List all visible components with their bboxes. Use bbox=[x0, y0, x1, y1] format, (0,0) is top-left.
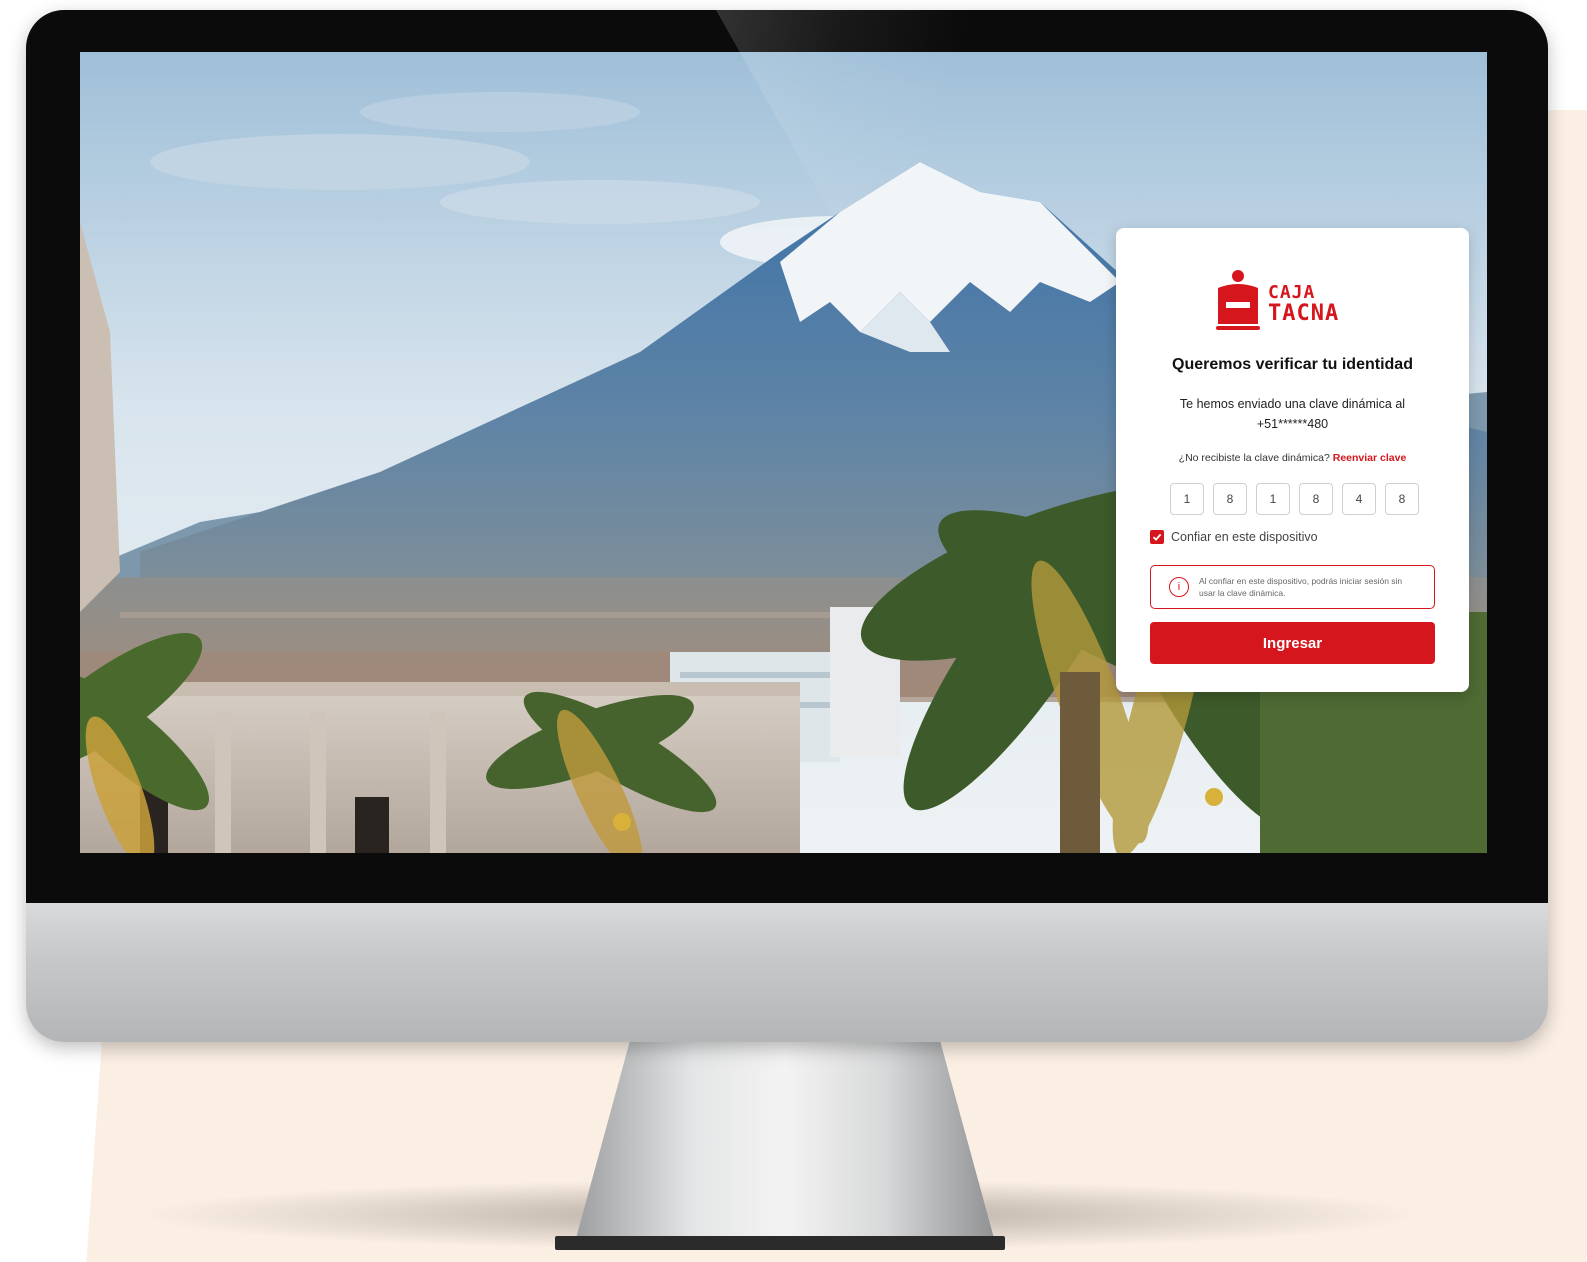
resend-prompt: ¿No recibiste la clave dinámica? bbox=[1178, 452, 1330, 464]
page-title: Queremos verificar tu identidad bbox=[1172, 356, 1413, 373]
otp-digit-6[interactable]: 8 bbox=[1385, 483, 1419, 515]
otp-digit-1[interactable]: 1 bbox=[1170, 483, 1204, 515]
info-icon: i bbox=[1169, 577, 1189, 597]
sms-message: Te hemos enviado una clave dinámica al +… bbox=[1156, 394, 1429, 434]
resend-row: ¿No recibiste la clave dinámica? Reenvia… bbox=[1116, 452, 1469, 464]
info-notice-text: Al confiar en este dispositivo, podrás i… bbox=[1199, 576, 1403, 598]
trust-device-label: Confiar en este dispositivo bbox=[1171, 530, 1318, 544]
monitor-stand-base bbox=[555, 1236, 1005, 1250]
monitor-stand bbox=[575, 1042, 995, 1242]
sms-message-text: Te hemos enviado una clave dinámica al bbox=[1179, 397, 1406, 411]
resend-code-link[interactable]: Reenviar clave bbox=[1333, 452, 1407, 464]
verification-card: CAJA TACNA Queremos verificar tu identid… bbox=[1116, 228, 1469, 692]
submit-button[interactable]: Ingresar bbox=[1150, 622, 1435, 664]
screen: CAJA TACNA Queremos verificar tu identid… bbox=[80, 52, 1487, 853]
trust-device-row[interactable]: Confiar en este dispositivo bbox=[1150, 530, 1318, 544]
otp-input-group: 1 8 1 8 4 8 bbox=[1170, 483, 1419, 515]
trust-device-checkbox[interactable] bbox=[1150, 530, 1164, 544]
monitor: CAJA TACNA Queremos verificar tu identid… bbox=[26, 10, 1548, 1042]
info-notice: i Al confiar en este dispositivo, podrás… bbox=[1150, 565, 1435, 609]
checkmark-icon bbox=[1152, 533, 1162, 541]
otp-digit-2[interactable]: 8 bbox=[1213, 483, 1247, 515]
logo-text-line1: CAJA bbox=[1268, 282, 1315, 303]
otp-digit-5[interactable]: 4 bbox=[1342, 483, 1376, 515]
logo-text-line2: TACNA bbox=[1268, 301, 1339, 326]
masked-phone-number: +51******480 bbox=[1256, 417, 1329, 431]
otp-digit-4[interactable]: 8 bbox=[1299, 483, 1333, 515]
caja-tacna-logo: CAJA TACNA bbox=[1216, 270, 1339, 330]
otp-digit-3[interactable]: 1 bbox=[1256, 483, 1290, 515]
monitor-chin bbox=[26, 903, 1548, 1042]
